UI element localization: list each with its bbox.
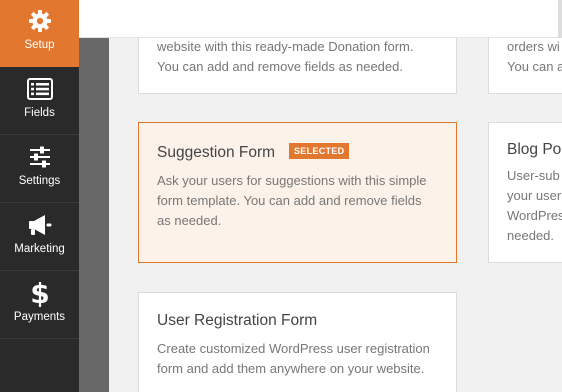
template-card-right-top[interactable]: orders wi You can a — [488, 38, 562, 94]
template-desc: website with this ready-made Donation fo… — [157, 39, 414, 54]
list-icon — [26, 76, 53, 102]
template-card-suggestion[interactable]: Suggestion Form SELECTED Ask your users … — [138, 122, 457, 263]
dollar-icon: $ — [30, 279, 50, 307]
template-desc: form template. You can add and remove fi… — [157, 193, 422, 208]
svg-text:$: $ — [30, 279, 49, 307]
sidebar-item-label: Settings — [18, 175, 61, 187]
top-bar — [79, 0, 562, 38]
template-grid: website with this ready-made Donation fo… — [109, 38, 562, 392]
template-desc: You can add and remove fields as needed. — [157, 59, 403, 74]
template-desc: User-sub — [507, 168, 560, 183]
megaphone-icon — [27, 212, 53, 238]
template-desc: Ask your users for suggestions with this… — [157, 173, 427, 188]
template-desc: You can a — [507, 59, 562, 74]
sidebar-item-fields[interactable]: Fields — [0, 68, 79, 135]
sidebar-item-marketing[interactable]: Marketing — [0, 204, 79, 271]
content-gutter — [79, 38, 109, 392]
sidebar-item-setup[interactable]: Setup — [0, 0, 79, 67]
template-card-donation[interactable]: website with this ready-made Donation fo… — [138, 38, 457, 94]
template-title: Blog Po — [507, 141, 562, 158]
sidebar-item-label: Marketing — [14, 243, 65, 255]
sidebar-item-label: Payments — [13, 311, 66, 323]
template-title: User Registration Form — [157, 312, 318, 329]
sidebar: Setup Fields Settings Marketing $ Paymen… — [0, 0, 79, 392]
template-desc: as needed. — [157, 213, 222, 228]
topbar-edge — [558, 0, 562, 38]
template-title: Suggestion Form — [157, 144, 276, 161]
sidebar-item-settings[interactable]: Settings — [0, 136, 79, 203]
gear-icon — [28, 8, 52, 34]
sidebar-item-label: Setup — [24, 39, 55, 51]
sliders-icon — [28, 144, 52, 170]
template-desc: WordPres — [507, 208, 562, 223]
template-desc: orders wi — [507, 39, 560, 54]
template-card-blog[interactable]: Blog Po User-sub your user WordPres need… — [488, 122, 562, 263]
template-desc: form and add them anywhere on your websi… — [157, 361, 425, 376]
selected-badge: SELECTED — [289, 143, 350, 159]
sidebar-item-label: Fields — [24, 107, 55, 119]
template-desc: Create customized WordPress user registr… — [157, 341, 430, 356]
sidebar-item-payments[interactable]: $ Payments — [0, 272, 79, 339]
template-desc: your user — [507, 188, 562, 203]
template-card-user-registration[interactable]: User Registration Form Create customized… — [138, 292, 457, 392]
template-desc: needed. — [507, 228, 554, 243]
